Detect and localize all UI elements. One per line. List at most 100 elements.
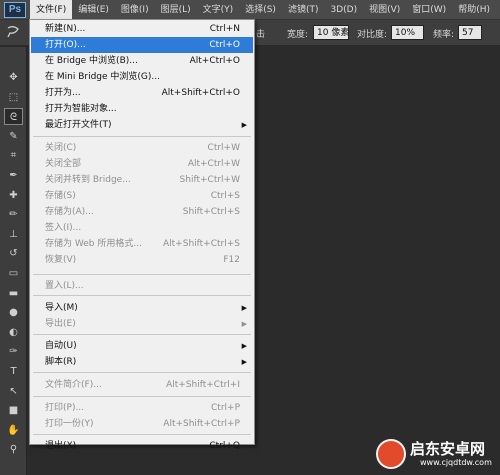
menu-item-new[interactable]: 新建(N)... Ctrl+N	[31, 21, 253, 37]
watermark: 启东安卓网 www.cjqdtdw.com	[376, 436, 500, 475]
watermark-logo-icon	[376, 439, 406, 469]
frequency-input[interactable]: 57	[458, 25, 482, 40]
blur-tool-icon[interactable]: ●	[4, 304, 23, 321]
menu-edit[interactable]: 编辑(E)	[72, 0, 115, 20]
menu-item-shortcut: Ctrl+Q	[209, 441, 240, 451]
eraser-tool-icon[interactable]: ▭	[4, 265, 23, 282]
menu-item-scripts[interactable]: 脚本(R) ▶	[31, 354, 253, 370]
menu-separator	[33, 396, 251, 397]
menu-item-exit[interactable]: 退出(X) Ctrl+Q	[31, 438, 253, 454]
menu-item-label: 导入(M)	[45, 303, 78, 313]
menu-image[interactable]: 图像(I)	[115, 0, 155, 20]
gradient-tool-icon[interactable]: ▬	[4, 285, 23, 302]
width-label: 宽度:	[287, 30, 309, 40]
menu-item-label: 文件简介(F)...	[45, 380, 102, 390]
menu-item-label: 打印一份(Y)	[45, 419, 94, 429]
crop-tool-icon[interactable]: ⌗	[4, 147, 23, 164]
menu-item-close[interactable]: 关闭(C) Ctrl+W	[31, 140, 253, 156]
menu-item-close-and-go-to-bridge[interactable]: 关闭并转到 Bridge... Shift+Ctrl+W	[31, 172, 253, 188]
menu-item-label: 存储为 Web 所用格式...	[45, 239, 142, 249]
menu-item-export[interactable]: 导出(E) ▶	[31, 316, 253, 332]
submenu-arrow-icon: ▶	[241, 121, 247, 129]
menu-item-shortcut: Ctrl+N	[209, 24, 240, 34]
clone-stamp-tool-icon[interactable]: ⊥	[4, 226, 23, 243]
menu-item-label: 导出(E)	[45, 319, 76, 329]
menu-item-shortcut: Shift+Ctrl+W	[179, 175, 240, 185]
menu-layer[interactable]: 图层(L)	[155, 0, 197, 20]
menu-item-browse-in-bridge[interactable]: 在 Bridge 中浏览(B)... Alt+Ctrl+O	[31, 53, 253, 69]
menu-item-label: 退出(X)	[45, 441, 77, 451]
menu-item-label: 签入(I)...	[45, 223, 82, 233]
menu-filter[interactable]: 滤镜(T)	[282, 0, 325, 20]
menu-help[interactable]: 帮助(H)	[452, 0, 496, 20]
menu-item-import[interactable]: 导入(M) ▶	[31, 300, 253, 316]
menu-separator	[33, 274, 251, 275]
menu-type[interactable]: 文字(Y)	[197, 0, 240, 20]
menu-item-file-info[interactable]: 文件简介(F)... Alt+Shift+Ctrl+I	[31, 377, 253, 393]
menu-window[interactable]: 窗口(W)	[406, 0, 452, 20]
photoshop-logo: Ps	[4, 1, 26, 18]
menu-item-shortcut: Alt+Shift+Ctrl+P	[163, 419, 240, 429]
dodge-tool-icon[interactable]: ◐	[4, 324, 23, 341]
eyedropper-tool-icon[interactable]: ✒	[4, 167, 23, 184]
width-input[interactable]: 10 像素	[313, 25, 349, 40]
contrast-label: 对比度:	[357, 30, 388, 40]
menu-separator	[33, 136, 251, 137]
menu-item-save[interactable]: 存储(S) Ctrl+S	[31, 188, 253, 204]
menu-item-open[interactable]: 打开(O)... Ctrl+O	[31, 37, 253, 53]
menu-item-browse-in-mini-bridge[interactable]: 在 Mini Bridge 中浏览(G)...	[31, 69, 253, 85]
menu-item-label: 在 Bridge 中浏览(B)...	[45, 56, 138, 66]
zoom-tool-icon[interactable]: ⚲	[4, 441, 23, 458]
hand-tool-icon[interactable]: ✋	[4, 422, 23, 439]
menu-item-shortcut: Ctrl+S	[210, 191, 240, 201]
quick-selection-tool-icon[interactable]: ✎	[4, 128, 23, 145]
menu-item-label: 自动(U)	[45, 341, 77, 351]
history-brush-tool-icon[interactable]: ↺	[4, 245, 23, 262]
frequency-label: 频率:	[433, 30, 455, 40]
menu-item-save-as[interactable]: 存储为(A)... Shift+Ctrl+S	[31, 204, 253, 220]
menu-view[interactable]: 视图(V)	[363, 0, 406, 20]
menu-item-print[interactable]: 打印(P)... Ctrl+P	[31, 400, 253, 416]
lasso-tool-icon[interactable]: ᘓ	[4, 108, 23, 126]
menu-item-label: 打开为智能对象...	[45, 104, 117, 114]
menu-item-open-as-smart-object[interactable]: 打开为智能对象...	[31, 101, 253, 117]
menu-item-check-in[interactable]: 签入(I)...	[31, 220, 253, 236]
move-tool-icon[interactable]: ✥	[4, 69, 23, 86]
menu-item-label: 关闭(C)	[45, 143, 77, 153]
menu-item-revert[interactable]: 恢复(V) F12	[31, 252, 253, 268]
menu-item-label: 脚本(R)	[45, 357, 77, 367]
type-tool-icon[interactable]: T	[4, 363, 23, 380]
menu-item-automate[interactable]: 自动(U) ▶	[31, 338, 253, 354]
submenu-arrow-icon: ▶	[241, 304, 247, 312]
menu-item-shortcut: Shift+Ctrl+S	[182, 207, 240, 217]
menu-item-label: 恢复(V)	[45, 255, 77, 265]
magnetic-lasso-preset-icon[interactable]	[6, 25, 22, 40]
contrast-input[interactable]: 10%	[391, 25, 424, 40]
menu-item-label: 打开为...	[45, 88, 81, 98]
menu-item-label: 最近打开文件(T)	[45, 120, 112, 130]
healing-brush-tool-icon[interactable]: ✚	[4, 187, 23, 204]
menu-3d[interactable]: 3D(D)	[324, 0, 363, 20]
menu-item-place[interactable]: 置入(L)...	[31, 278, 253, 294]
menu-item-label: 在 Mini Bridge 中浏览(G)...	[45, 72, 160, 82]
menu-bar: Ps 文件(F) 编辑(E) 图像(I) 图层(L) 文字(Y) 选择(S) 滤…	[0, 0, 500, 20]
menu-item-print-one-copy[interactable]: 打印一份(Y) Alt+Shift+Ctrl+P	[31, 416, 253, 432]
menu-separator	[33, 334, 251, 335]
marquee-tool-icon[interactable]: ⬚	[4, 89, 23, 106]
menu-item-close-all[interactable]: 关闭全部 Alt+Ctrl+W	[31, 156, 253, 172]
menu-select[interactable]: 选择(S)	[239, 0, 282, 20]
menu-item-open-as[interactable]: 打开为... Alt+Shift+Ctrl+O	[31, 85, 253, 101]
menu-item-save-for-web[interactable]: 存储为 Web 所用格式... Alt+Shift+Ctrl+S	[31, 236, 253, 252]
menu-item-label: 关闭全部	[45, 159, 82, 169]
path-selection-tool-icon[interactable]: ↖	[4, 383, 23, 400]
shape-tool-icon[interactable]: ■	[4, 402, 23, 419]
brush-tool-icon[interactable]: ✏	[4, 206, 23, 223]
submenu-arrow-icon: ▶	[241, 358, 247, 366]
pen-tool-icon[interactable]: ✑	[4, 343, 23, 360]
menu-item-recent-files[interactable]: 最近打开文件(T) ▶	[31, 117, 253, 133]
menu-item-shortcut: Ctrl+W	[207, 143, 240, 153]
options-partial-label: 击	[256, 30, 266, 40]
menu-file[interactable]: 文件(F)	[30, 0, 73, 20]
menu-separator	[33, 372, 251, 373]
menu-item-label: 存储(S)	[45, 191, 76, 201]
